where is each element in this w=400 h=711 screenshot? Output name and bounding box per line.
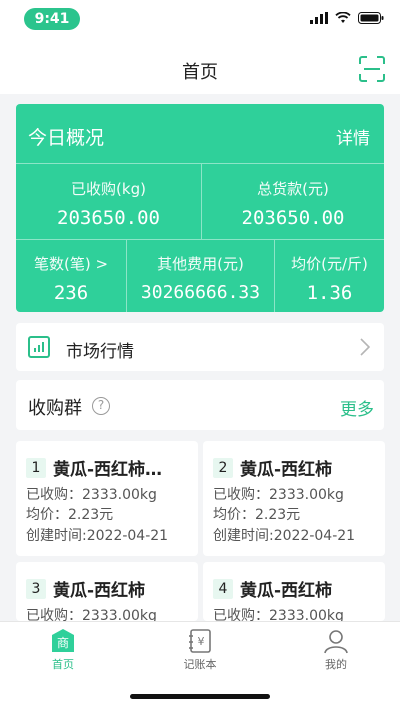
- stat-count[interactable]: 笔数(笔) > 236: [16, 240, 126, 312]
- chevron-right-icon: [360, 338, 370, 356]
- card-purchased: 已收购：2333.00kg: [213, 487, 344, 503]
- stat-avg-price: 均价(元/斤) 1.36: [274, 240, 384, 312]
- card-created: 创建时间:2022-04-21: [213, 528, 356, 544]
- svg-text:商: 商: [57, 635, 69, 650]
- card-purchased: 已收购：2333.00kg: [26, 608, 157, 621]
- svg-text:¥: ¥: [198, 635, 205, 648]
- stat-count-label: 笔数(笔) >: [33, 255, 109, 273]
- tab-ledger[interactable]: ¥ 记账本: [160, 628, 240, 672]
- stat-avg-price-value: 1.36: [306, 282, 353, 304]
- tab-mine[interactable]: 我的: [296, 628, 376, 672]
- signal-icon: [310, 12, 328, 24]
- market-label: 市场行情: [66, 342, 134, 362]
- wifi-icon: [335, 12, 351, 23]
- shop-icon: 商: [52, 629, 74, 652]
- card-index: 2: [213, 457, 233, 478]
- app-header: 首页: [0, 44, 400, 94]
- battery-icon: [358, 12, 384, 24]
- scan-icon[interactable]: [359, 56, 385, 82]
- group-card[interactable]: 1 黄瓜-西红柿… 已收购：2333.00kg 均价：2.23元 创建时间:20…: [16, 441, 198, 556]
- more-link[interactable]: 更多: [340, 395, 374, 420]
- overview-detail-link[interactable]: 详情: [336, 124, 370, 149]
- user-icon: [324, 630, 348, 654]
- card-avg-price: 均价：2.23元: [26, 507, 114, 523]
- purchase-group-header: 收购群 ? 更多: [16, 380, 384, 430]
- stat-other-fee: 其他费用(元) 30266666.33: [126, 240, 274, 312]
- chart-icon: [28, 336, 50, 358]
- overview-title: 今日概况: [28, 127, 105, 149]
- stat-total-payment-value: 203650.00: [241, 207, 345, 229]
- tab-mine-label: 我的: [325, 658, 347, 671]
- stat-count-value: 236: [53, 282, 89, 304]
- help-icon[interactable]: ?: [92, 397, 110, 415]
- card-index: 1: [26, 457, 46, 478]
- group-card[interactable]: 2 黄瓜-西红柿 已收购：2333.00kg 均价：2.23元 创建时间:202…: [203, 441, 385, 556]
- page-title: 首页: [182, 62, 218, 83]
- group-card[interactable]: 3 黄瓜-西红柿 已收购：2333.00kg: [16, 562, 198, 621]
- tab-home-label: 首页: [52, 658, 74, 671]
- home-indicator: [130, 694, 270, 699]
- overview-row-primary: 已收购(kg) 203650.00 总货款(元) 203650.00: [16, 164, 384, 240]
- today-overview-card: 今日概况 详情 已收购(kg) 203650.00 总货款(元) 203650.…: [16, 104, 384, 312]
- status-icons: [310, 12, 384, 24]
- overview-header: 今日概况 详情: [16, 104, 384, 164]
- status-bar: 9:41: [0, 0, 400, 44]
- stat-purchased-label: 已收购(kg): [71, 180, 146, 198]
- card-title-row: 4 黄瓜-西红柿: [213, 576, 332, 601]
- status-time: 9:41: [24, 8, 80, 30]
- group-title: 收购群: [28, 398, 82, 419]
- ledger-icon: ¥: [189, 629, 211, 653]
- card-title-row: 1 黄瓜-西红柿…: [26, 455, 162, 480]
- card-index: 4: [213, 578, 233, 599]
- overview-row-secondary: 笔数(笔) > 236 其他费用(元) 30266666.33 均价(元/斤) …: [16, 240, 384, 312]
- stat-purchased-value: 203650.00: [57, 207, 160, 229]
- card-name: 黄瓜-西红柿: [240, 581, 333, 601]
- card-name: 黄瓜-西红柿: [240, 460, 333, 480]
- stat-total-payment-label: 总货款(元): [257, 180, 329, 198]
- market-quotes-row[interactable]: 市场行情: [16, 323, 384, 371]
- stat-total-payment: 总货款(元) 203650.00: [201, 164, 384, 239]
- stat-avg-price-label: 均价(元/斤): [291, 255, 368, 273]
- tab-home[interactable]: 商 首页: [23, 628, 103, 672]
- stat-other-fee-value: 30266666.33: [140, 282, 261, 303]
- tab-ledger-label: 记账本: [183, 658, 217, 671]
- stat-other-fee-label: 其他费用(元): [157, 255, 244, 273]
- group-card[interactable]: 4 黄瓜-西红柿 已收购：2333.00kg: [203, 562, 385, 621]
- card-purchased: 已收购：2333.00kg: [213, 608, 344, 621]
- card-name: 黄瓜-西红柿…: [53, 460, 163, 480]
- card-purchased: 已收购：2333.00kg: [26, 487, 157, 503]
- card-avg-price: 均价：2.23元: [213, 507, 301, 523]
- card-title-row: 3 黄瓜-西红柿: [26, 576, 145, 601]
- card-created: 创建时间:2022-04-21: [26, 528, 169, 544]
- card-index: 3: [26, 578, 46, 599]
- stat-purchased: 已收购(kg) 203650.00: [16, 164, 201, 239]
- card-title-row: 2 黄瓜-西红柿: [213, 455, 332, 480]
- card-name: 黄瓜-西红柿: [53, 581, 146, 601]
